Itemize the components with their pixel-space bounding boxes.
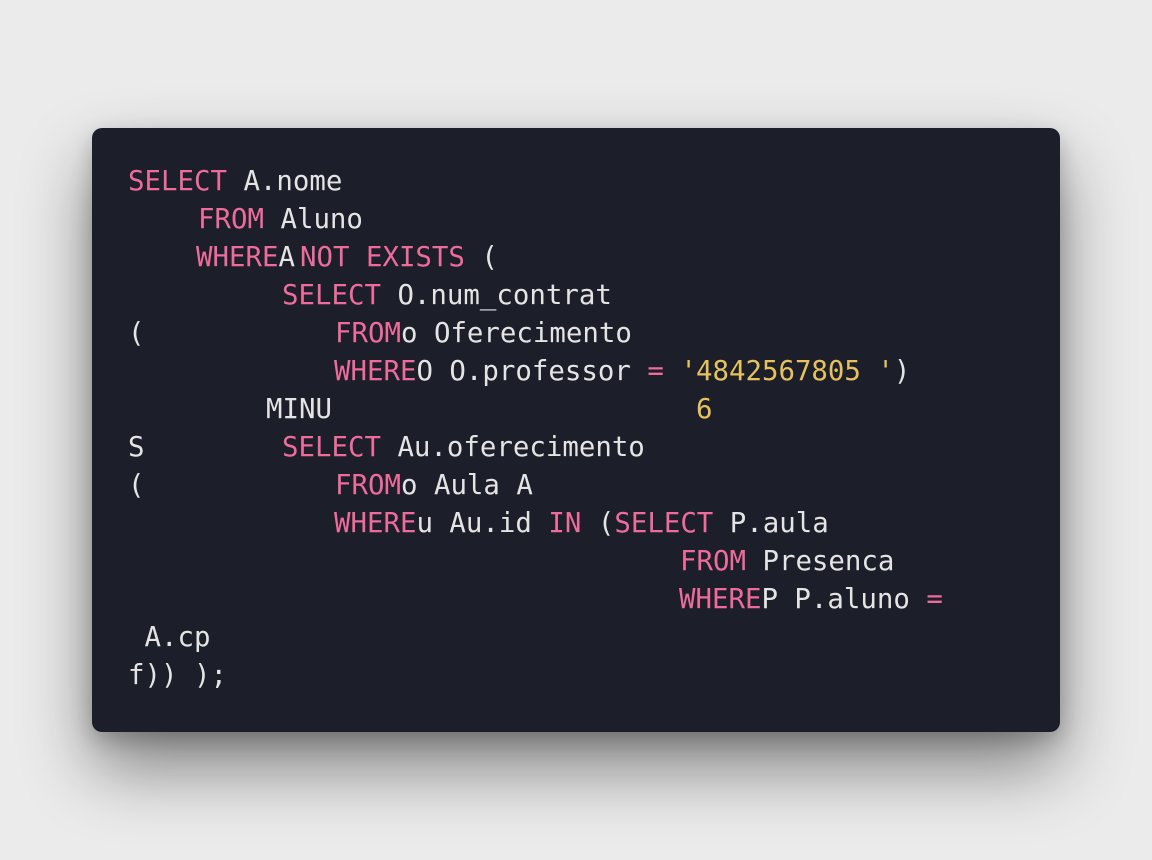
sql-keyword: WHERE	[196, 242, 279, 273]
code-line: SELECT A.nome	[128, 163, 342, 201]
sql-keyword: WHERE	[679, 584, 762, 615]
code-text: o Aula A	[400, 470, 533, 501]
code-text: A	[278, 242, 295, 273]
sql-keyword: FROM	[680, 546, 746, 577]
sql-keyword: SELECT	[282, 432, 381, 463]
code-text: A.cp	[128, 622, 211, 653]
code-line: NOT EXISTS (	[300, 239, 498, 277]
code-line: (	[128, 315, 145, 353]
code-text: O O.professor	[416, 356, 648, 387]
sql-keyword: FROM	[335, 318, 401, 349]
code-line: FROM Presenca	[680, 543, 894, 581]
code-text: Au.oferecimento	[380, 432, 645, 463]
code-text: P.aula	[713, 508, 829, 539]
code-text: (	[128, 470, 145, 501]
code-line: FROMo Aula A	[335, 467, 533, 505]
code-text: f)) );	[128, 660, 227, 691]
code-line: WHEREP P.aluno =	[679, 581, 943, 619]
code-line: WHEREO O.professor = '	[334, 353, 697, 391]
sql-keyword: SELECT	[614, 508, 714, 539]
sql-keyword: =	[647, 356, 664, 387]
code-line: A.cp	[128, 619, 210, 657]
code-text: (	[128, 318, 145, 349]
code-line: SELECT Au.oferecimento	[282, 429, 645, 467]
string-literal: 4842567805 '	[696, 356, 894, 387]
code-text: O.num_contrat	[380, 280, 612, 311]
code-text: S	[128, 432, 145, 463]
sql-keyword: SELECT	[128, 166, 227, 197]
code-line: WHEREA	[196, 239, 295, 277]
code-text: (	[581, 508, 615, 539]
code-line: (	[128, 467, 145, 505]
code-line: WHEREu Au.id IN (SELECT P.aula	[334, 505, 829, 543]
code-text: )	[893, 356, 911, 387]
code-text: u Au.id	[416, 508, 549, 539]
code-text: A.nome	[226, 166, 343, 197]
sql-keyword: FROM	[335, 470, 401, 501]
code-line: 6	[696, 391, 713, 429]
code-line: f)) );	[128, 657, 227, 695]
sql-keyword: SELECT	[282, 280, 381, 311]
code-line: 4842567805 ')	[696, 353, 910, 391]
code-line: S	[128, 429, 145, 467]
code-text: o Oferecimento	[400, 318, 632, 349]
string-literal: 6	[696, 394, 713, 425]
code-text: P P.aluno	[761, 584, 927, 615]
code-snippet-card: SELECT A.nome FROM Aluno WHEREA NOT EXIS…	[92, 128, 1060, 732]
sql-keyword: NOT EXISTS	[300, 242, 465, 273]
code-line: SELECT O.num_contrat	[282, 277, 612, 315]
sql-keyword: FROM	[198, 204, 264, 235]
code-line: FROMo Oferecimento	[335, 315, 632, 353]
code-text: Presenca	[745, 546, 895, 577]
code-text: MINU	[266, 394, 332, 425]
string-literal: '	[663, 356, 697, 387]
code-text: (	[464, 242, 498, 273]
sql-keyword: =	[926, 584, 943, 615]
code-line: MINU	[266, 391, 332, 429]
code-line: FROM Aluno	[198, 201, 363, 239]
sql-keyword: WHERE	[334, 508, 417, 539]
sql-keyword: IN	[548, 508, 582, 539]
code-text: Aluno	[263, 204, 363, 235]
sql-keyword: WHERE	[334, 356, 417, 387]
